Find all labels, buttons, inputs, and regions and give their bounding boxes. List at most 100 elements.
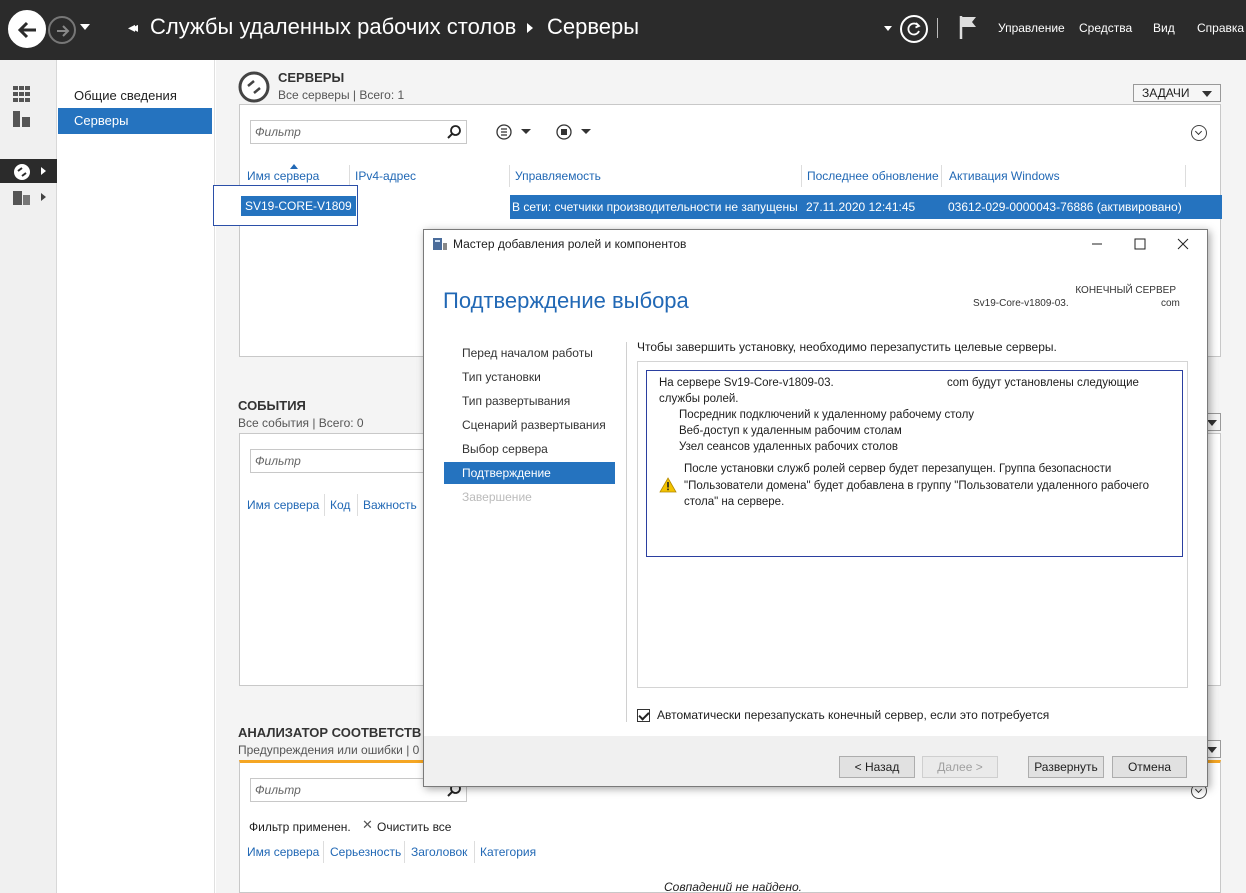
step-deployment-type[interactable]: Тип развертывания [444,390,615,412]
back-wizard-button[interactable]: < Назад [839,756,915,778]
dialog-body: Перед началом работы Тип установки Тип р… [424,328,1207,736]
filter-placeholder: Фильтр [255,783,301,797]
role-connection-broker: Посредник подключений к удаленному рабоч… [679,409,975,421]
step-server-selection[interactable]: Выбор сервера [444,438,615,460]
dialog-header: Подтверждение выбора КОНЕЧНЫЙ СЕРВЕР Sv1… [424,258,1207,328]
strip-dashboard[interactable] [0,82,57,106]
minimize-icon[interactable] [1082,234,1112,254]
flag-icon[interactable] [958,14,980,40]
refresh-icon[interactable] [900,15,928,43]
servers-filter-input[interactable]: Фильтр [250,120,467,144]
server-name: SV19-CORE-V1809 [241,196,356,216]
col-bpa-severity[interactable]: Серьезность [330,845,401,859]
strip-remote-desktop[interactable] [0,159,57,183]
destination-server-suffix: com [1161,298,1180,309]
refresh-dropdown[interactable] [884,26,892,31]
events-subtitle: Все события | Всего: 0 [238,416,364,430]
summary-content: На сервере Sv19-Core-v1809-03. com будут… [646,370,1183,557]
col-ipv4[interactable]: IPv4-адрес [355,169,416,183]
navigation-panel: Общие сведения Серверы [57,60,215,893]
role-session-host: Узел сеансов удаленных рабочих столов [679,441,898,453]
col-event-code[interactable]: Код [330,498,350,512]
restart-note: Чтобы завершить установку, необходимо пе… [637,340,1057,354]
col-bpa-server[interactable]: Имя сервера [247,845,319,859]
servers-tasks-button[interactable]: ЗАДАЧИ [1133,84,1221,102]
menu-manage[interactable]: Управление [998,21,1065,35]
dialog-title: Мастер добавления ролей и компонентов [453,237,687,251]
col-bpa-category[interactable]: Категория [480,845,536,859]
dialog-heading: Подтверждение выбора [443,288,689,313]
server-row-name-cell[interactable]: SV19-CORE-V1809 [213,185,358,226]
bpa-no-matches: Совпадений не найдено. [664,880,802,893]
save-query-icon[interactable] [556,124,596,140]
server-activation: 03612-029-0000043-76886 (активировано) [948,200,1182,214]
arrow-right-icon [57,25,70,37]
col-server-name[interactable]: Имя сервера [247,169,319,183]
list-options-icon[interactable] [496,124,536,140]
col-event-severity[interactable]: Важность [363,498,417,512]
role-web-access: Веб-доступ к удаленным рабочим столам [679,425,902,437]
history-dropdown[interactable] [80,24,90,30]
col-event-server[interactable]: Имя сервера [247,498,319,512]
toolbar-divider [937,18,938,38]
strip-local-server[interactable] [0,107,57,131]
forward-button[interactable] [48,16,76,44]
dashboard-icon [13,86,30,102]
nav-overview[interactable]: Общие сведения [58,83,212,109]
step-deployment-scenario[interactable]: Сценарий развертывания [444,414,615,436]
breadcrumb-separator-icon [527,23,533,33]
breadcrumb-current: Серверы [547,14,640,39]
server-manageability: В сети: счетчики производительности не з… [512,200,798,214]
cancel-button[interactable]: Отмена [1112,756,1187,778]
next-button: Далее > [922,756,998,778]
servers-subtitle: Все серверы | Всего: 1 [278,88,405,102]
server-last-update: 27.11.2020 12:41:45 [806,200,916,214]
col-bpa-title[interactable]: Заголовок [411,845,467,859]
add-roles-wizard-dialog: Мастер добавления ролей и компонентов По… [423,229,1208,787]
title-bar: ◂◂ Службы удаленных рабочих столов Серве… [0,0,1246,60]
col-manageability[interactable]: Управляемость [515,169,601,183]
console-icon-strip [0,60,57,893]
strip-file-services[interactable] [0,185,57,209]
destination-server-name: Sv19-Core-v1809-03. [973,298,1069,309]
local-server-icon [13,111,30,127]
warning-icon [659,477,677,493]
bpa-tasks-button[interactable] [1206,740,1221,758]
menu-view[interactable]: Вид [1153,21,1175,35]
checkbox-checked-icon[interactable] [637,709,650,722]
dialog-title-bar[interactable]: Мастер добавления ролей и компонентов [424,230,1207,258]
server-manager-icon [433,238,447,250]
steps-divider [626,342,627,722]
nav-servers[interactable]: Серверы [58,108,212,134]
close-icon[interactable] [1168,234,1198,254]
warning-text: После установки служб ролей сервер будет… [684,463,1150,508]
server-row[interactable]: В сети: счетчики производительности не з… [510,195,1222,219]
deploy-button[interactable]: Развернуть [1028,756,1104,778]
step-confirmation[interactable]: Подтверждение [444,462,615,484]
step-installation-type[interactable]: Тип установки [444,366,615,388]
arrow-left-icon [17,21,36,39]
bpa-clear-all[interactable]: Очистить все [377,820,451,834]
menu-help[interactable]: Справка [1197,21,1244,35]
back-button[interactable] [8,10,46,48]
search-icon[interactable] [446,124,462,140]
bpa-title: АНАЛИЗАТОР СООТВЕТСТВ [238,725,422,740]
file-services-icon [13,191,30,205]
step-before-you-begin[interactable]: Перед началом работы [444,342,615,364]
destination-server-label: КОНЕЧНЫЙ СЕРВЕР [1075,285,1176,296]
breadcrumb-chevrons-icon[interactable]: ◂◂ [128,20,138,36]
servers-title: СЕРВЕРЫ [278,70,345,85]
breadcrumb-root[interactable]: Службы удаленных рабочих столов [150,14,516,40]
bpa-subtitle: Предупреждения или ошибки | 0 [238,743,420,757]
menu-tools[interactable]: Средства [1079,21,1132,35]
col-activation[interactable]: Активация Windows [949,169,1060,183]
servers-section-icon [238,71,270,103]
summary-box: На сервере Sv19-Core-v1809-03. com будут… [637,361,1188,688]
events-tasks-button[interactable] [1206,413,1221,431]
col-last-update[interactable]: Последнее обновление [807,169,939,183]
servers-collapse-icon[interactable] [1191,125,1207,141]
maximize-icon[interactable] [1125,234,1155,254]
auto-restart-label[interactable]: Автоматически перезапускать конечный сер… [657,708,1049,722]
clear-x-icon[interactable]: ✕ [362,818,373,833]
summary-line-1: На сервере Sv19-Core-v1809-03. [659,377,834,389]
